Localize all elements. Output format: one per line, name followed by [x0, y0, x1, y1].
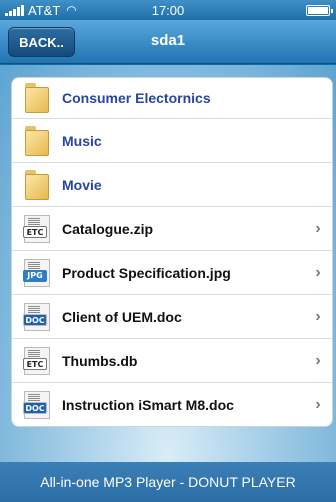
file-type-badge: ETC — [23, 225, 47, 238]
chevron-right-icon[interactable]: › — [304, 264, 332, 282]
item-label: Music — [62, 132, 102, 149]
file-type-badge: DOC — [23, 313, 47, 326]
file-browser: Consumer Electornics Music Movie ETC Cat… — [0, 65, 336, 462]
item-label: Client of UEM.doc — [62, 308, 182, 325]
navigation-bar: BACK.. sda1 — [0, 20, 336, 64]
list-item-file[interactable]: ETC Catalogue.zip › — [12, 206, 332, 250]
chevron-right-icon[interactable]: › — [304, 352, 332, 370]
back-button[interactable]: BACK.. — [8, 27, 75, 57]
folder-icon — [25, 169, 49, 200]
chevron-right-icon[interactable]: › — [304, 308, 332, 326]
list-item-file[interactable]: DOC Instruction iSmart M8.doc › — [12, 382, 332, 426]
file-icon: JPG — [23, 258, 50, 287]
file-list: Consumer Electornics Music Movie ETC Cat… — [11, 77, 333, 427]
status-bar: AT&T ◠ 17:00 — [0, 0, 336, 20]
list-item-file[interactable]: ETC Thumbs.db › — [12, 338, 332, 382]
file-icon: DOC — [23, 302, 50, 331]
list-item-file[interactable]: JPG Product Specification.jpg › — [12, 250, 332, 294]
chevron-right-icon[interactable]: › — [304, 220, 332, 238]
list-item-file[interactable]: DOC Client of UEM.doc › — [12, 294, 332, 338]
folder-icon — [25, 125, 49, 156]
chevron-right-icon[interactable]: › — [304, 396, 332, 414]
item-label: Instruction iSmart M8.doc — [62, 396, 234, 413]
list-item-folder[interactable]: Movie — [12, 162, 332, 206]
list-item-folder[interactable]: Consumer Electornics — [12, 78, 332, 118]
item-label: Movie — [62, 176, 102, 193]
file-type-badge: DOC — [23, 401, 47, 414]
footer-banner: All-in-one MP3 Player - DONUT PLAYER — [0, 462, 336, 502]
folder-icon — [25, 83, 49, 113]
battery-icon — [306, 5, 333, 16]
item-label: Thumbs.db — [62, 352, 138, 369]
list-item-folder[interactable]: Music — [12, 118, 332, 162]
file-type-badge: ETC — [23, 357, 47, 370]
item-label: Product Specification.jpg — [62, 264, 231, 281]
file-icon: ETC — [23, 346, 50, 375]
item-label: Catalogue.zip — [62, 220, 154, 237]
file-icon: DOC — [23, 390, 50, 419]
file-type-badge: JPG — [23, 269, 47, 282]
item-label: Consumer Electornics — [62, 90, 211, 106]
status-time: 17:00 — [151, 2, 185, 18]
file-icon: ETC — [23, 214, 50, 243]
